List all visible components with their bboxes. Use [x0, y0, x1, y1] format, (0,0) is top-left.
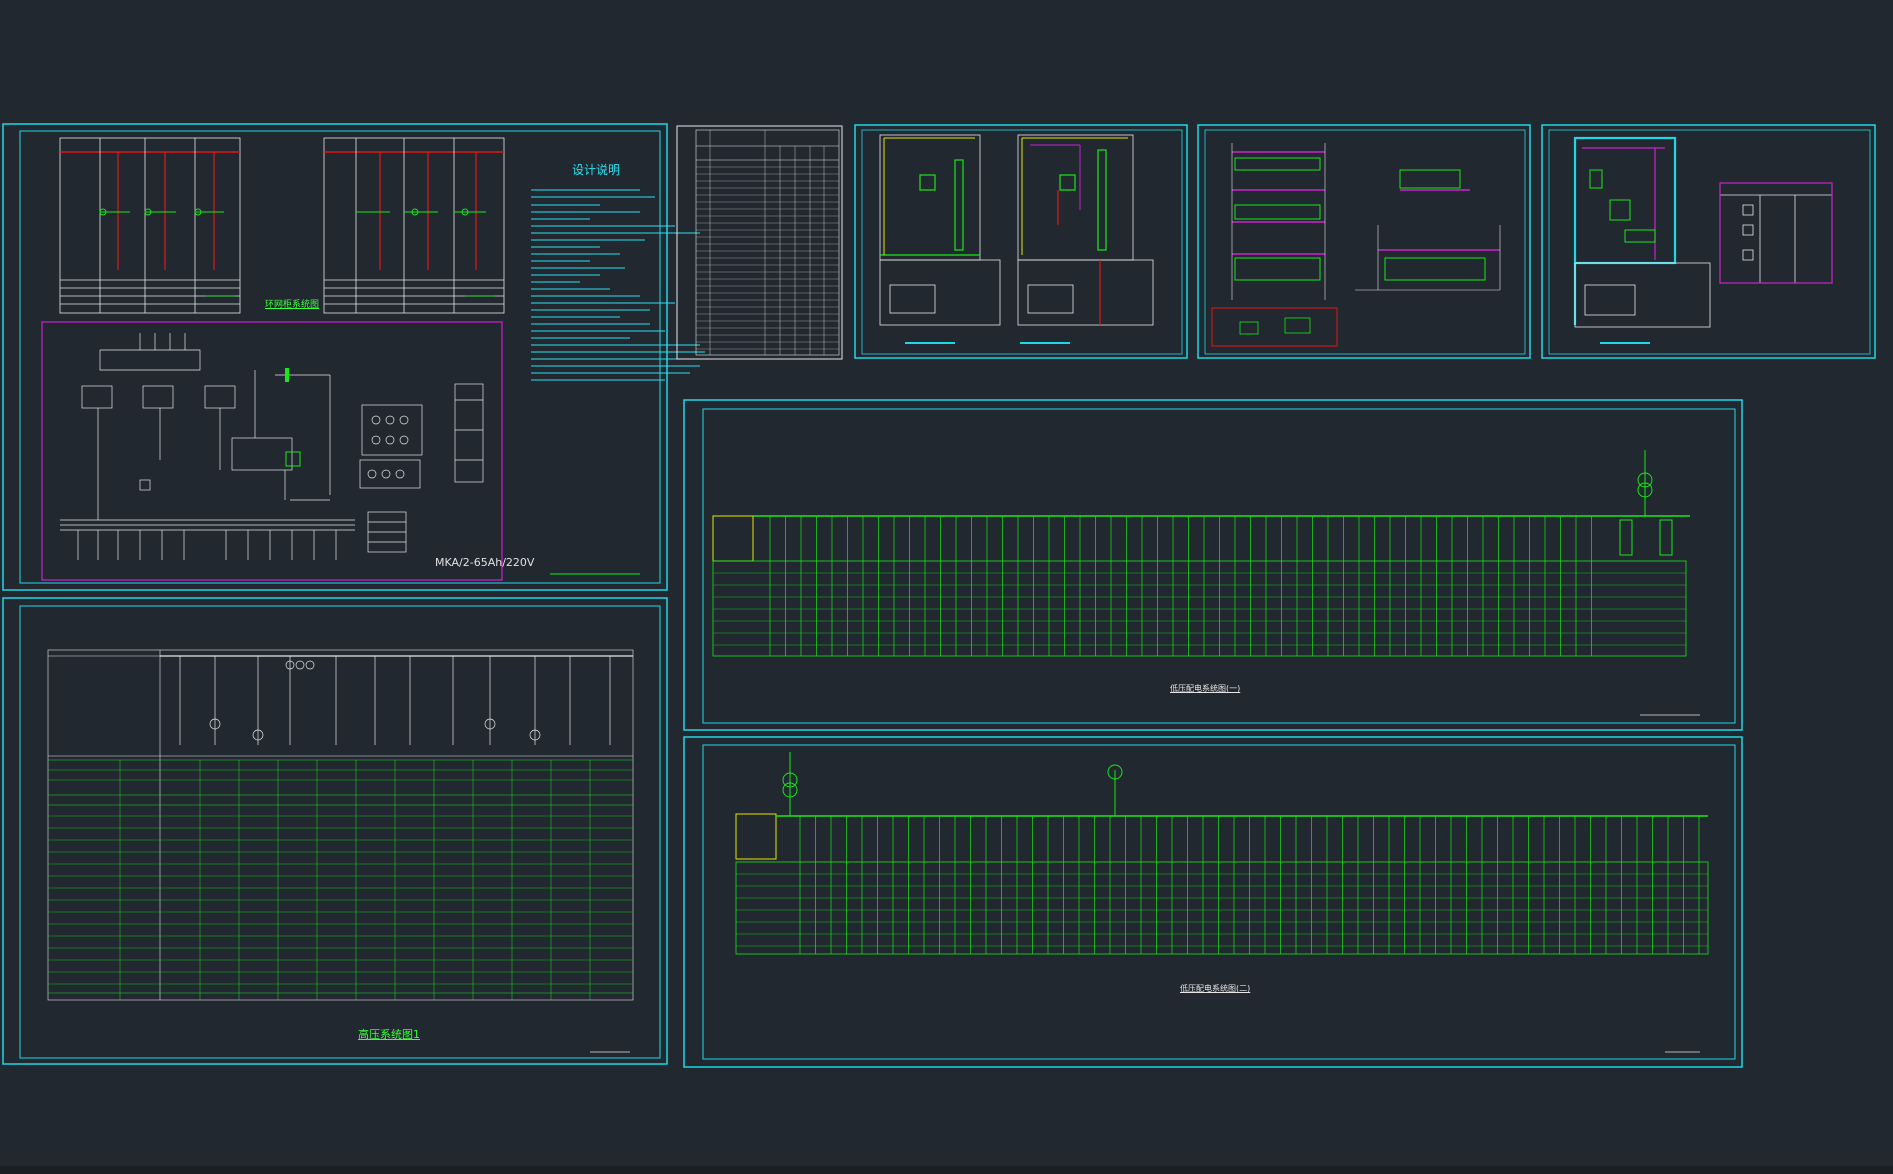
sheet-hv-system[interactable]	[2, 597, 668, 1065]
sheet-floor-plan-2[interactable]	[1541, 124, 1876, 359]
sheet-lv-distribution-1[interactable]	[683, 399, 1743, 731]
rmu-panel-1	[59, 137, 241, 314]
lv-distribution-2-title: 低压配电系统图(二)	[1180, 984, 1251, 993]
lv1-feeders	[769, 516, 1592, 656]
hv-table-columns	[119, 760, 591, 1000]
lv2-feeders	[799, 816, 1700, 954]
lv1-busbar	[712, 515, 1690, 657]
hv-single-line-symbols	[160, 655, 633, 745]
lv2-busbar	[735, 815, 1709, 955]
hv-table	[47, 649, 634, 1001]
lv-distribution-1-title: 低压配电系统图(一)	[1170, 684, 1241, 693]
sheet-lv-distribution-2[interactable]	[683, 736, 1743, 1068]
rmu-panel-2	[323, 137, 505, 314]
lv1-transformer	[1619, 450, 1673, 556]
dc-panel-schematic	[41, 321, 503, 581]
status-bar	[0, 1166, 1893, 1174]
sheet-cable-trench[interactable]	[1197, 124, 1531, 359]
sheet-floor-plan-1[interactable]	[854, 124, 1188, 359]
lv2-transformers	[782, 752, 1123, 816]
cad-drawing-canvas[interactable]	[0, 0, 1893, 1174]
ring-network-title: 环网柜系统图	[265, 300, 320, 310]
battery-model-label: MKA/2-65Ah/220V	[435, 556, 535, 569]
sheet-ring-network[interactable]	[2, 123, 705, 591]
sheet-equipment-schedule[interactable]	[676, 125, 843, 360]
design-notes-title: 设计说明	[572, 163, 621, 177]
hv-table-rows	[48, 769, 633, 985]
design-notes-text	[531, 189, 705, 381]
hv-system-title: 高压系统图1	[358, 1028, 420, 1041]
